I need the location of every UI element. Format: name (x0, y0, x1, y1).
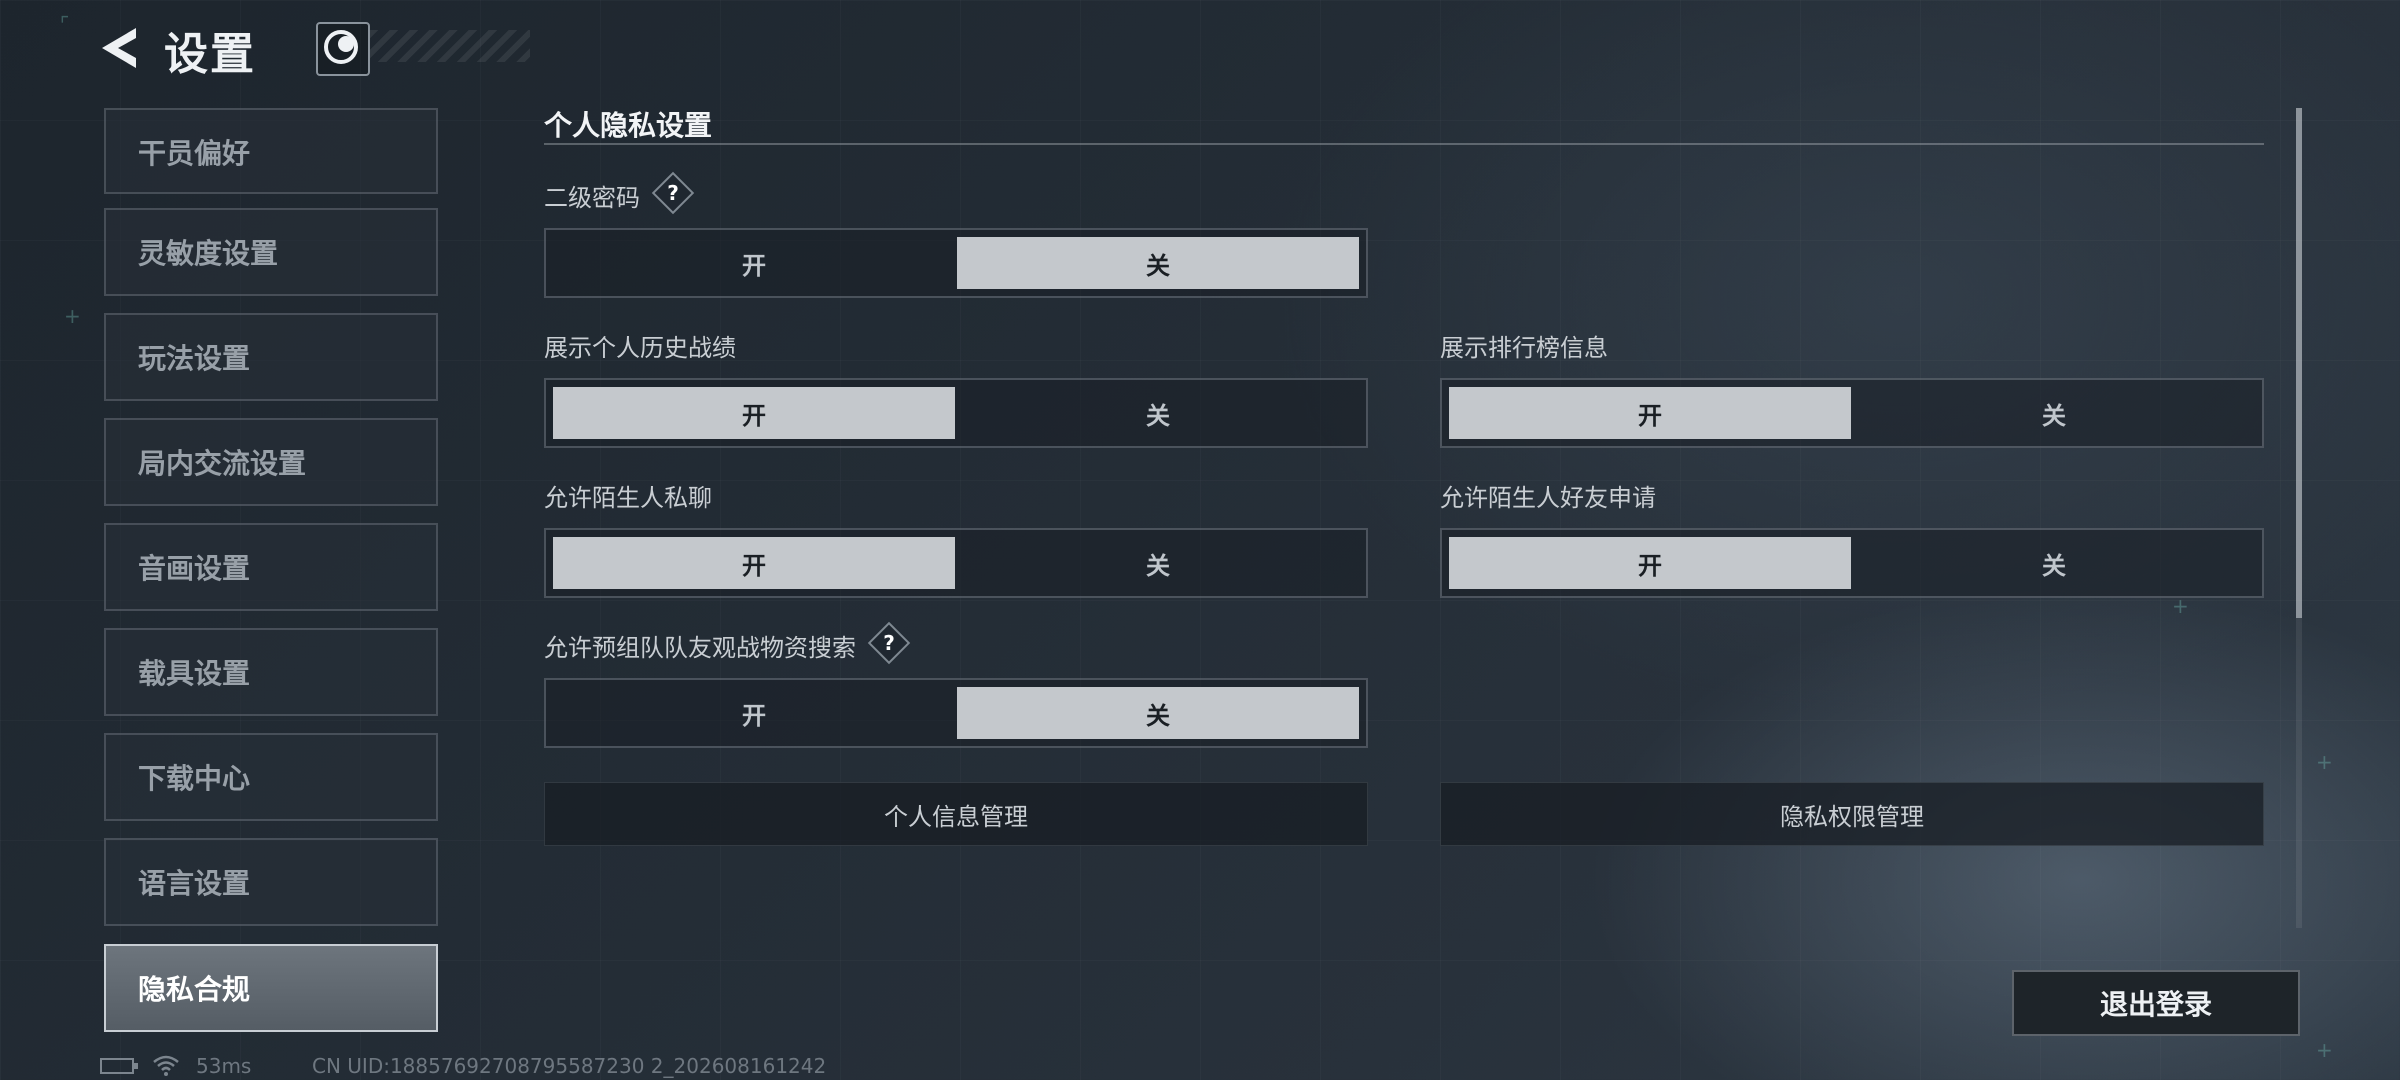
page-title: 设置 (164, 29, 256, 80)
allow-stranger-chat-toggle[interactable]: 开 关 (544, 528, 1368, 598)
second-password-toggle[interactable]: 开 关 (544, 228, 1368, 298)
second-password-label: 二级密码 (544, 184, 640, 212)
logout-button[interactable]: 退出登录 (2012, 970, 2300, 1036)
sidebar-item-label: 语言设置 (138, 867, 251, 900)
toggle-on-option[interactable]: 开 (553, 387, 955, 439)
scrollbar-thumb[interactable] (2296, 108, 2302, 618)
sidebar-item-audio-video[interactable]: 音画设置 (104, 523, 438, 611)
sidebar-item-privacy-compliance[interactable]: 隐私合规 (104, 944, 438, 1032)
privacy-settings-panel: 个人隐私设置 二级密码 ? 开 关 展示个人历史战绩 开 关 展示排行榜信息 开… (540, 96, 2265, 936)
toggle-on-option[interactable]: 开 (553, 687, 955, 739)
help-icon[interactable]: ? (867, 621, 911, 665)
crosshair-decoration: + (2316, 1038, 2333, 1062)
content-scrollbar[interactable] (2296, 108, 2302, 928)
allow-stranger-chat-label: 允许陌生人私聊 (544, 484, 712, 512)
crosshair-decoration: + (64, 304, 81, 328)
allow-premade-spectate-label: 允许预组队队友观战物资搜索 (544, 634, 856, 662)
sidebar-item-label: 干员偏好 (138, 137, 251, 170)
toggle-off-option[interactable]: 关 (1853, 387, 2255, 439)
toggle-off-option[interactable]: 关 (957, 237, 1359, 289)
show-leaderboard-label: 展示排行榜信息 (1440, 334, 1608, 362)
sidebar-item-vehicle[interactable]: 载具设置 (104, 628, 438, 716)
help-icon[interactable]: ? (651, 171, 695, 215)
sidebar-item-label: 音画设置 (138, 552, 251, 585)
header: 设置 (0, 0, 600, 100)
show-match-history-toggle[interactable]: 开 关 (544, 378, 1368, 448)
sidebar-item-download-center[interactable]: 下载中心 (104, 733, 438, 821)
wifi-icon (152, 1054, 180, 1080)
battery-icon (100, 1058, 138, 1074)
sidebar-item-in-match-communication[interactable]: 局内交流设置 (104, 418, 438, 506)
toggle-off-option[interactable]: 关 (957, 387, 1359, 439)
sidebar-item-label: 载具设置 (138, 657, 251, 690)
back-arrow-icon[interactable] (96, 24, 144, 72)
allow-stranger-friend-request-toggle[interactable]: 开 关 (1440, 528, 2264, 598)
sidebar-item-language[interactable]: 语言设置 (104, 838, 438, 926)
game-logo-icon[interactable] (316, 22, 370, 76)
sidebar-item-label: 隐私合规 (138, 973, 251, 1006)
sidebar-item-gameplay[interactable]: 玩法设置 (104, 313, 438, 401)
header-decoration (370, 30, 530, 62)
personal-info-management-button[interactable]: 个人信息管理 (544, 782, 1368, 846)
show-match-history-label: 展示个人历史战绩 (544, 334, 736, 362)
allow-stranger-friend-request-label: 允许陌生人好友申请 (1440, 484, 1656, 512)
ping-value: 53ms (196, 1054, 252, 1078)
toggle-on-option[interactable]: 开 (553, 237, 955, 289)
sidebar-item-label: 玩法设置 (138, 342, 251, 375)
show-leaderboard-toggle[interactable]: 开 关 (1440, 378, 2264, 448)
toggle-off-option[interactable]: 关 (1853, 537, 2255, 589)
sidebar-item-label: 灵敏度设置 (138, 237, 279, 270)
toggle-off-option[interactable]: 关 (957, 537, 1359, 589)
sidebar-item-sensitivity[interactable]: 灵敏度设置 (104, 208, 438, 296)
toggle-on-option[interactable]: 开 (1449, 387, 1851, 439)
section-divider (544, 143, 2264, 145)
toggle-on-option[interactable]: 开 (553, 537, 955, 589)
sidebar-item-label: 局内交流设置 (138, 447, 307, 480)
toggle-off-option[interactable]: 关 (957, 687, 1359, 739)
sidebar-item-label: 下载中心 (138, 762, 251, 795)
toggle-on-option[interactable]: 开 (1449, 537, 1851, 589)
crosshair-decoration: + (2316, 750, 2333, 774)
privacy-permission-management-button[interactable]: 隐私权限管理 (1440, 782, 2264, 846)
sidebar-item-operator-preference[interactable]: 干员偏好 (104, 108, 438, 194)
allow-premade-spectate-toggle[interactable]: 开 关 (544, 678, 1368, 748)
section-title: 个人隐私设置 (544, 109, 713, 142)
user-uid: CN UID:18857692708795587230 2_2026081612… (312, 1054, 827, 1078)
